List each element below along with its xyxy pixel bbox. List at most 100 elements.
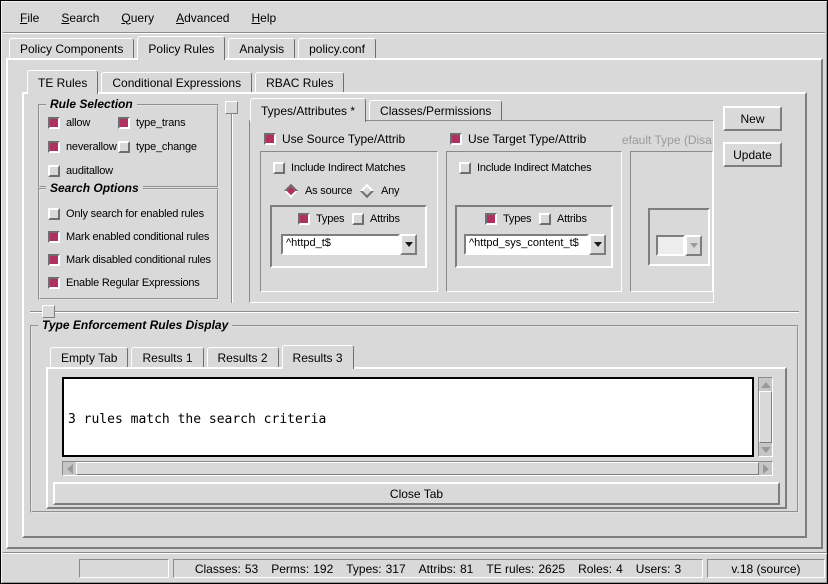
rules-display-group: Type Enforcement Rules Display Empty Tab… [30,325,799,513]
radio-as-source[interactable]: As source [283,185,352,197]
tab-results-3[interactable]: Results 3 [282,345,354,369]
tab-label: Results 3 [293,351,343,365]
checkbox-use-target[interactable]: Use Target Type/Attrib [450,132,586,146]
target-frame: Include Indirect Matches Types Attribs ^… [446,151,622,292]
checkbox-use-source[interactable]: Use Source Type/Attrib [264,132,405,146]
tab-label: Policy Rules [148,42,214,56]
chevron-down-icon [690,243,698,248]
tab-policy-components[interactable]: Policy Components [9,38,134,58]
source-type-combo-value[interactable]: ^httpd_t$ [281,234,400,255]
arrow-left-icon [67,464,73,474]
checkbox-label: Enable Regular Expressions [66,277,200,289]
tab-classes-permissions[interactable]: Classes/Permissions [369,100,502,120]
vertical-scroll-thumb[interactable] [759,391,772,443]
status-stats-segment: Classes:53 Perms:192 Types:317 Attribs:8… [173,559,703,578]
checkbox-neverallow[interactable]: neverallow [48,141,117,153]
checkbox-only-enabled-rules[interactable]: Only search for enabled rules [48,208,204,220]
mark-disabled-checkbox-indicator [48,254,60,266]
checkbox-source-indirect[interactable]: Include Indirect Matches [273,162,405,174]
use-target-checkbox-indicator [450,133,462,145]
types-attributes-panel: Use Source Type/Attrib Include Indirect … [249,120,714,303]
tab-policy-conf[interactable]: policy.conf [298,38,376,58]
tab-empty-tab[interactable]: Empty Tab [50,347,128,367]
vertical-sash-handle[interactable] [225,101,238,114]
status-version-segment: v.18 (source) [707,559,825,578]
horizontal-scroll-thumb[interactable] [76,462,759,475]
checkbox-label: allow [66,117,90,129]
checkbox-type-change[interactable]: type_change [118,141,197,153]
checkbox-target-attribs[interactable]: Attribs [539,213,587,225]
main-tab-bar: Policy Components Policy Rules Analysis … [9,36,379,60]
results-vertical-scrollbar[interactable] [758,377,773,457]
update-button[interactable]: Update [723,142,782,167]
menu-search[interactable]: Search [50,7,110,29]
statusbar-separator [3,552,827,554]
rules-display-title: Type Enforcement Rules Display [38,318,232,332]
radio-label: Any [381,185,399,197]
update-button-label: Update [733,148,772,162]
checkbox-label: Mark enabled conditional rules [66,231,209,243]
tab-results-1[interactable]: Results 1 [131,347,203,367]
menu-advanced[interactable]: Advanced [165,7,240,29]
status-empty-segment [79,559,169,578]
radio-any[interactable]: Any [359,185,399,197]
results-tab-bar: Empty Tab Results 1 Results 2 Results 3 [50,345,357,369]
tab-types-attributes[interactable]: Types/Attributes * [250,98,366,122]
target-combo-dropdown-button[interactable] [589,234,606,255]
menu-query[interactable]: Query [110,7,165,29]
checkbox-type-trans[interactable]: type_trans [118,117,185,129]
source-type-combobox[interactable]: ^httpd_t$ [281,234,417,255]
checkbox-source-types[interactable]: Types [298,213,344,225]
checkbox-label: Attribs [557,213,587,225]
checkbox-source-attribs[interactable]: Attribs [352,213,400,225]
horizontal-sash-handle[interactable] [42,305,55,318]
scroll-right-button[interactable] [759,462,772,475]
results-text-area[interactable]: 3 rules match the search criteria (5822)… [62,377,754,457]
menu-file[interactable]: File [9,7,50,29]
checkbox-mark-disabled-conditional[interactable]: Mark disabled conditional rules [48,254,211,266]
checkbox-label: Include Indirect Matches [291,162,405,174]
checkbox-target-types[interactable]: Types [485,213,531,225]
results-horizontal-scrollbar[interactable] [62,461,773,476]
scroll-down-button[interactable] [759,443,772,456]
close-tab-button-label: Close Tab [390,487,443,501]
mark-enabled-checkbox-indicator [48,231,60,243]
tab-policy-rules[interactable]: Policy Rules [137,36,225,60]
tab-rbac-rules[interactable]: RBAC Rules [255,72,344,92]
tab-conditional-expressions[interactable]: Conditional Expressions [101,72,252,92]
default-type-combo-value [656,235,685,256]
target-type-combobox[interactable]: ^httpd_sys_content_t$ [464,234,606,255]
stat-te-rules: TE rules:2625 [486,562,565,576]
checkbox-label: Types [316,213,344,225]
tab-results-2[interactable]: Results 2 [207,347,279,367]
version-label: v.18 (source) [731,562,800,576]
checkbox-target-indirect[interactable]: Include Indirect Matches [459,162,591,174]
checkbox-mark-enabled-conditional[interactable]: Mark enabled conditional rules [48,231,209,243]
default-type-inner-frame [648,208,710,266]
scroll-left-button[interactable] [63,462,76,475]
checkbox-allow[interactable]: allow [48,117,90,129]
tab-label: policy.conf [309,42,365,56]
auditallow-checkbox-indicator [48,165,60,177]
scroll-up-button[interactable] [759,378,772,391]
checkbox-auditallow[interactable]: auditallow [48,165,113,177]
vertical-sash-line [231,101,233,303]
checkbox-label: type_change [136,141,197,153]
source-types-frame: Types Attribs ^httpd_t$ [270,205,427,268]
tab-label: Analysis [239,42,284,56]
default-combo-dropdown-button [685,235,702,256]
close-tab-button[interactable]: Close Tab [53,482,780,505]
source-attribs-checkbox-indicator [352,213,364,225]
tab-analysis[interactable]: Analysis [228,38,295,58]
source-combo-dropdown-button[interactable] [400,234,417,255]
arrow-up-icon [761,382,771,388]
tab-label: Results 2 [218,351,268,365]
new-button[interactable]: New [723,106,782,131]
target-type-combo-value[interactable]: ^httpd_sys_content_t$ [464,234,589,255]
checkbox-enable-regex[interactable]: Enable Regular Expressions [48,277,200,289]
tab-label: Conditional Expressions [112,76,241,90]
use-source-checkbox-indicator [264,133,276,145]
menu-help[interactable]: Help [240,7,287,29]
tab-label: Types/Attributes * [261,104,355,118]
tab-te-rules[interactable]: TE Rules [27,70,98,94]
